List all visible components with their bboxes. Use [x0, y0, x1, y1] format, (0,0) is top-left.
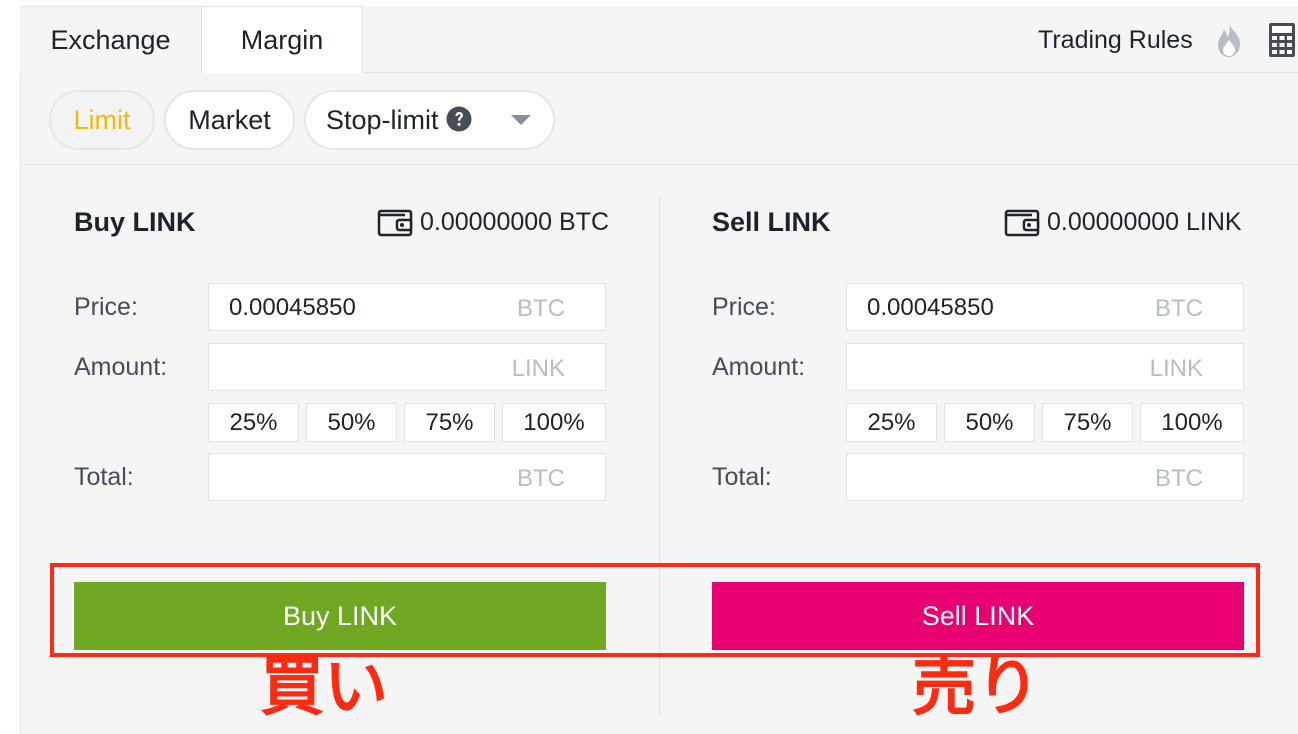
- chevron-down-icon[interactable]: [510, 114, 532, 126]
- sell-total-unit: BTC: [1155, 465, 1203, 492]
- buy-pct-25[interactable]: 25%: [208, 403, 299, 442]
- buy-pct-100[interactable]: 100%: [502, 403, 606, 442]
- annotation-highlight-box: [50, 563, 1260, 657]
- sell-form-title: Sell LINK: [712, 207, 831, 237]
- stop-limit-label: Stop-limit: [326, 105, 439, 135]
- order-type-row: Limit Market Stop-limit: [20, 74, 1298, 165]
- sell-total-label: Total:: [712, 463, 772, 491]
- buy-total-label: Total:: [74, 463, 134, 491]
- sell-pct-25[interactable]: 25%: [846, 403, 937, 442]
- sell-pct-100[interactable]: 100%: [1140, 403, 1244, 442]
- buy-balance: 0.00000000 BTC: [420, 208, 610, 236]
- buy-pct-75[interactable]: 75%: [404, 403, 495, 442]
- help-icon[interactable]: [446, 106, 472, 132]
- calculator-icon[interactable]: [1268, 22, 1296, 58]
- order-type-limit[interactable]: Limit: [49, 90, 155, 150]
- buy-pct-50[interactable]: 50%: [306, 403, 397, 442]
- buy-total-unit: BTC: [517, 465, 565, 492]
- sell-price-input[interactable]: 0.00045850 BTC: [846, 283, 1244, 331]
- buy-amount-label: Amount:: [74, 353, 168, 381]
- sell-balance: 0.00000000 LINK: [1047, 208, 1242, 236]
- sell-amount-unit: LINK: [1149, 355, 1203, 382]
- buy-total-input[interactable]: BTC: [208, 453, 606, 501]
- buy-amount-input[interactable]: LINK: [208, 343, 606, 391]
- sell-price-label: Price:: [712, 293, 776, 321]
- buy-price-input[interactable]: 0.00045850 BTC: [208, 283, 606, 331]
- wallet-icon: [1004, 209, 1040, 237]
- buy-price-unit: BTC: [517, 295, 565, 322]
- sell-pct-50[interactable]: 50%: [944, 403, 1035, 442]
- sell-price-value: 0.00045850: [867, 294, 994, 321]
- annotation-buy-text: 買い: [260, 651, 388, 725]
- buy-price-value: 0.00045850: [229, 294, 356, 321]
- sell-price-unit: BTC: [1155, 295, 1203, 322]
- wallet-icon: [377, 209, 413, 237]
- sell-total-input[interactable]: BTC: [846, 453, 1244, 501]
- buy-price-label: Price:: [74, 293, 138, 321]
- buy-amount-unit: LINK: [511, 355, 565, 382]
- order-type-market[interactable]: Market: [164, 90, 295, 150]
- annotation-sell-text: 売り: [912, 651, 1040, 725]
- sell-amount-label: Amount:: [712, 353, 806, 381]
- sell-amount-input[interactable]: LINK: [846, 343, 1244, 391]
- tab-margin[interactable]: Margin: [201, 6, 363, 73]
- tab-exchange[interactable]: Exchange: [20, 6, 201, 73]
- buy-form-title: Buy LINK: [74, 207, 196, 237]
- sell-pct-75[interactable]: 75%: [1042, 403, 1133, 442]
- trading-rules-link[interactable]: Trading Rules: [1038, 24, 1193, 56]
- fire-icon[interactable]: [1212, 22, 1246, 58]
